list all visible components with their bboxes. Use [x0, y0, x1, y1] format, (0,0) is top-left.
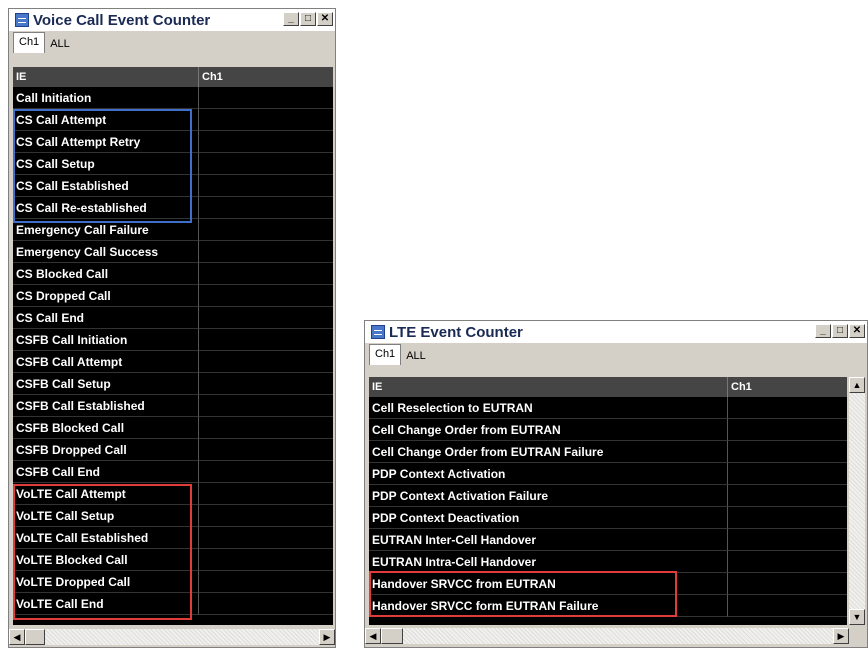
table-cell-ch1[interactable] [198, 395, 333, 417]
highlight-srvcc-group [369, 571, 677, 617]
tab-all[interactable]: ALL [45, 35, 75, 53]
lte-event-counter-window: LTE Event Counter _ □ ✕ Ch1 ALL IE Ch1 C… [364, 320, 868, 648]
table-cell-ch1[interactable] [727, 485, 847, 507]
column-header-ie[interactable]: IE [13, 67, 198, 87]
tab-strip: Ch1 ALL [369, 344, 431, 365]
window-title: Voice Call Event Counter [33, 11, 211, 29]
ie-grid: IE Ch1 Cell Reselection to EUTRAN Cell Ch… [369, 377, 847, 625]
window-app-icon [15, 13, 29, 27]
horizontal-scrollbar[interactable]: ◀ ▶ [365, 628, 849, 644]
table-row-ie[interactable]: Cell Change Order from EUTRAN Failure [369, 441, 727, 463]
table-cell-ch1[interactable] [198, 527, 333, 549]
voice-window-titlebar[interactable]: Voice Call Event Counter _ □ ✕ [9, 9, 335, 31]
table-cell-ch1[interactable] [198, 109, 333, 131]
table-row-ie[interactable]: CS Blocked Call [13, 263, 198, 285]
table-row-ie[interactable]: CSFB Call Setup [13, 373, 198, 395]
table-cell-ch1[interactable] [727, 397, 847, 419]
maximize-button[interactable]: □ [300, 12, 316, 26]
table-row-ie[interactable]: PDP Context Activation [369, 463, 727, 485]
table-cell-ch1[interactable] [198, 153, 333, 175]
table-row-ie[interactable]: CSFB Blocked Call [13, 417, 198, 439]
table-cell-ch1[interactable] [198, 307, 333, 329]
table-row-ie[interactable]: Emergency Call Success [13, 241, 198, 263]
table-row-ie[interactable]: Cell Change Order from EUTRAN [369, 419, 727, 441]
scroll-right-button[interactable]: ▶ [833, 628, 849, 644]
table-row-ie[interactable]: PDP Context Deactivation [369, 507, 727, 529]
maximize-button[interactable]: □ [832, 324, 848, 338]
table-cell-ch1[interactable] [198, 87, 333, 109]
close-button[interactable]: ✕ [317, 12, 333, 26]
highlight-volte-group [13, 484, 192, 620]
table-cell-ch1[interactable] [198, 219, 333, 241]
minimize-button[interactable]: _ [283, 12, 299, 26]
voice-call-event-counter-window: Voice Call Event Counter _ □ ✕ Ch1 ALL I… [8, 8, 336, 648]
table-cell-ch1[interactable] [198, 351, 333, 373]
table-cell-ch1[interactable] [198, 329, 333, 351]
table-cell-ch1[interactable] [727, 463, 847, 485]
scroll-thumb[interactable] [381, 628, 403, 644]
vertical-scrollbar[interactable]: ▲ ▼ [849, 377, 865, 625]
table-cell-ch1[interactable] [727, 441, 847, 463]
table-cell-ch1[interactable] [198, 505, 333, 527]
table-cell-ch1[interactable] [727, 419, 847, 441]
table-cell-ch1[interactable] [198, 175, 333, 197]
table-row-ie[interactable]: EUTRAN Intra-Cell Handover [369, 551, 727, 573]
close-button[interactable]: ✕ [849, 324, 865, 338]
table-cell-ch1[interactable] [198, 571, 333, 593]
column-header-ch1[interactable]: Ch1 [727, 377, 847, 397]
table-row-ie[interactable]: Call Initiation [13, 87, 198, 109]
table-cell-ch1[interactable] [198, 417, 333, 439]
scroll-down-button[interactable]: ▼ [849, 609, 865, 625]
table-cell-ch1[interactable] [727, 507, 847, 529]
table-cell-ch1[interactable] [198, 373, 333, 395]
tab-ch1[interactable]: Ch1 [13, 32, 46, 53]
table-row-ie[interactable]: CSFB Call Initiation [13, 329, 198, 351]
window-title: LTE Event Counter [389, 323, 523, 341]
scroll-left-button[interactable]: ◀ [365, 628, 381, 644]
horizontal-scrollbar[interactable]: ◀ ▶ [9, 629, 335, 645]
tab-ch1[interactable]: Ch1 [369, 344, 402, 365]
ie-grid: IE Ch1 Call Initiation CS Call Attempt CS … [13, 67, 333, 625]
table-cell-ch1[interactable] [198, 483, 333, 505]
table-cell-ch1[interactable] [727, 573, 847, 595]
table-row-ie[interactable]: CS Call End [13, 307, 198, 329]
table-row-ie[interactable]: CS Dropped Call [13, 285, 198, 307]
table-cell-ch1[interactable] [198, 197, 333, 219]
table-cell-ch1[interactable] [727, 529, 847, 551]
scroll-right-button[interactable]: ▶ [319, 629, 335, 645]
table-row-ie[interactable]: CSFB Call End [13, 461, 198, 483]
minimize-button[interactable]: _ [815, 324, 831, 338]
tab-strip: Ch1 ALL [13, 32, 75, 53]
table-row-ie[interactable]: CSFB Dropped Call [13, 439, 198, 461]
table-cell-ch1[interactable] [727, 595, 847, 617]
table-row-ie[interactable]: PDP Context Activation Failure [369, 485, 727, 507]
column-header-ch1[interactable]: Ch1 [198, 67, 333, 87]
lte-window-titlebar[interactable]: LTE Event Counter _ □ ✕ [365, 321, 867, 343]
scroll-thumb[interactable] [25, 629, 45, 645]
table-cell-ch1[interactable] [198, 439, 333, 461]
column-header-ie[interactable]: IE [369, 377, 727, 397]
table-row-ie[interactable]: CSFB Call Attempt [13, 351, 198, 373]
scroll-left-button[interactable]: ◀ [9, 629, 25, 645]
table-row-ie[interactable]: CSFB Call Established [13, 395, 198, 417]
table-row-ie[interactable]: EUTRAN Inter-Cell Handover [369, 529, 727, 551]
scroll-up-button[interactable]: ▲ [849, 377, 865, 393]
table-cell-ch1[interactable] [198, 549, 333, 571]
window-app-icon [371, 325, 385, 339]
table-row-ie[interactable]: Cell Reselection to EUTRAN [369, 397, 727, 419]
table-cell-ch1[interactable] [198, 593, 333, 615]
table-cell-ch1[interactable] [198, 241, 333, 263]
table-cell-ch1[interactable] [198, 131, 333, 153]
highlight-cs-group [13, 109, 192, 223]
table-cell-ch1[interactable] [198, 461, 333, 483]
table-cell-ch1[interactable] [727, 551, 847, 573]
table-cell-ch1[interactable] [198, 263, 333, 285]
tab-all[interactable]: ALL [401, 347, 431, 365]
table-cell-ch1[interactable] [198, 285, 333, 307]
